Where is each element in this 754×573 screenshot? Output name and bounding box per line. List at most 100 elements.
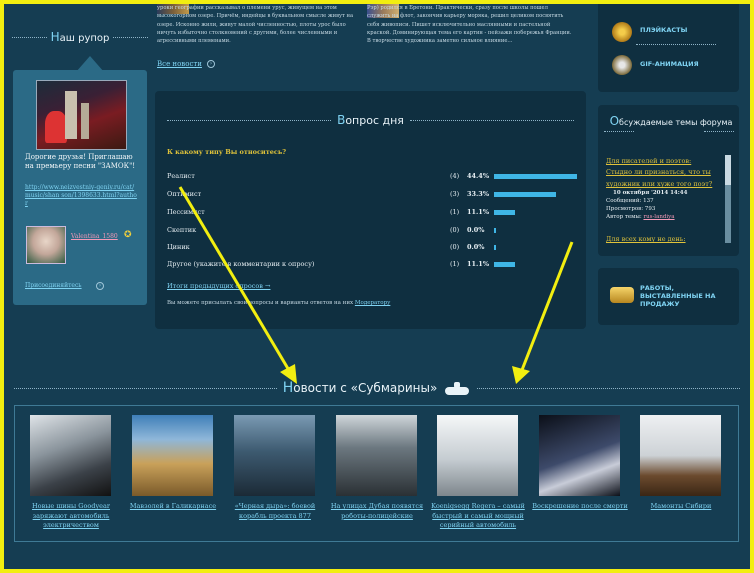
divider xyxy=(477,387,741,389)
star-icon: ✪ xyxy=(124,230,132,240)
moderator-link[interactable]: Модератору xyxy=(355,300,391,306)
rupor-heading-text: аш рупор xyxy=(59,33,110,44)
poll-option-percent: 0.0% xyxy=(467,243,485,251)
poll-option-count: (1) xyxy=(450,260,460,268)
arrow-circle-icon[interactable]: › xyxy=(207,60,215,68)
news-thumbnail[interactable] xyxy=(336,415,417,496)
poll-heading-text: опрос дня xyxy=(345,114,404,127)
poll-bar xyxy=(494,228,496,233)
divider xyxy=(604,131,634,132)
news-thumbnail[interactable] xyxy=(234,415,315,496)
avatar[interactable] xyxy=(26,226,66,264)
all-news-link[interactable]: Все новости xyxy=(157,60,202,68)
divider xyxy=(113,36,149,38)
poll-option[interactable]: Оптимист (3) 33.3% xyxy=(167,190,577,200)
submarine-tower xyxy=(454,382,461,388)
news-thumbnail[interactable] xyxy=(640,415,721,496)
news-caption-link[interactable]: «Черная дыра»: боевой корабль проекта 87… xyxy=(222,502,328,521)
poll-option[interactable]: Другое (укажите в комментарии к опросу) … xyxy=(167,260,577,270)
poll-option-percent: 11.1% xyxy=(467,208,490,216)
submarine-hull xyxy=(445,387,470,395)
poll-option[interactable]: Циник (0) 0.0% xyxy=(167,243,577,253)
forum-date: 10 октября '2014 14:44 xyxy=(613,190,688,196)
works-for-sale-link[interactable]: РАБОТЫ, ВЫСТАВЛЕННЫЕ НА ПРОДАЖУ xyxy=(640,284,720,308)
news-caption-link[interactable]: Мавзолей в Галикарнасе xyxy=(120,502,226,512)
news-caption-link[interactable]: Мамонты Сибири xyxy=(628,502,734,512)
playcasts-link[interactable]: ПЛЭЙКАСТЫ xyxy=(640,26,687,34)
poll-option[interactable]: Пессимист (1) 11.1% xyxy=(167,208,577,218)
scrollbar-thumb[interactable] xyxy=(725,155,731,185)
arrow-circle-icon[interactable]: › xyxy=(96,282,104,290)
poll-panel: Вопрос дня К какому типу Вы относитесь? … xyxy=(155,91,586,329)
poll-option-count: (1) xyxy=(450,208,460,216)
forum-heading-text: бсуждаемые темы форума xyxy=(619,118,733,127)
poll-option-count: (3) xyxy=(450,190,460,198)
forum-views: Просмотров: 793 xyxy=(606,206,656,212)
news-thumbnail[interactable] xyxy=(539,415,620,496)
poll-bar xyxy=(494,210,515,215)
poll-option[interactable]: Реалист (4) 44.4% xyxy=(167,172,577,182)
forum-topic-link[interactable]: Стыдно ли признаться, что ты художник ил… xyxy=(606,166,722,190)
join-link[interactable]: Присоединяйтесь xyxy=(25,282,82,289)
music-note-icon[interactable] xyxy=(612,22,632,42)
poll-note: Вы можете присылать свои вопросы и вариа… xyxy=(167,300,390,306)
poll-option-percent: 44.4% xyxy=(467,172,490,180)
divider xyxy=(704,131,734,132)
poll-option-label: Другое (укажите в комментарии к опросу) xyxy=(167,260,315,268)
news-snippet-text: уроки географии рассказывал о племени ур… xyxy=(157,5,354,45)
news-thumbnail[interactable] xyxy=(30,415,111,496)
poll-option-percent: 0.0% xyxy=(467,226,485,234)
submarine-heading-initial: Н xyxy=(282,380,294,396)
poll-option-count: (0) xyxy=(450,226,460,234)
singer-figure xyxy=(45,111,67,143)
poll-bar xyxy=(494,245,496,250)
coins-icon[interactable] xyxy=(610,287,634,303)
divider xyxy=(14,387,277,389)
news-thumbnail[interactable] xyxy=(132,415,213,496)
rupor-heading: Наш рупор xyxy=(12,30,149,44)
forum-heading-initial: О xyxy=(609,114,620,128)
forum-author-row: Автор темы: rus-landiya xyxy=(606,213,675,221)
poll-option-label: Пессимист xyxy=(167,208,205,216)
news-caption-link[interactable]: Koenigsegg Regera – самый быстрый и самы… xyxy=(425,502,531,531)
gif-icon[interactable] xyxy=(612,55,632,75)
poll-heading: Вопрос дня xyxy=(167,113,575,127)
poll-option-count: (4) xyxy=(450,172,460,180)
poll-bar xyxy=(494,262,515,267)
submarine-heading-text: овости с «Субмарины» xyxy=(293,381,438,395)
forum-author-label: Автор темы: xyxy=(606,214,642,220)
submarine-news-heading: Новости с «Субмарины» xyxy=(14,380,741,396)
gif-animation-link[interactable]: GIF-АНИМАЦИЯ xyxy=(640,60,699,68)
previous-polls-link[interactable]: Итоги предыдущих опросов → xyxy=(167,282,270,290)
divider xyxy=(167,119,332,121)
author-link[interactable]: Valentina_1580 xyxy=(71,233,118,240)
castle-song-image[interactable] xyxy=(36,80,127,150)
castle-tower xyxy=(65,91,77,139)
poll-option-label: Реалист xyxy=(167,172,195,180)
forum-scrollbar[interactable] xyxy=(725,155,731,243)
submarine-icon xyxy=(443,381,471,395)
forum-author-link[interactable]: rus-landiya xyxy=(643,214,674,220)
poll-question: К какому типу Вы относитесь? xyxy=(167,148,287,156)
poll-option-label: Оптимист xyxy=(167,190,202,198)
divider xyxy=(636,44,716,45)
poll-option-percent: 11.1% xyxy=(467,260,490,268)
forum-topic-link[interactable]: Для всех кому не день: xyxy=(606,233,722,245)
news-caption-link[interactable]: Воскрешение после смерти xyxy=(527,502,633,512)
media-links-panel xyxy=(598,0,739,92)
castle-tower xyxy=(81,103,89,139)
poll-option[interactable]: Скептик (0) 0.0% xyxy=(167,226,577,236)
news-caption-link[interactable]: На улицах Дубая появятся роботы-полицейс… xyxy=(324,502,430,521)
divider xyxy=(12,36,47,38)
forum-messages: Сообщений: 137 xyxy=(606,198,654,204)
news-thumbnail[interactable] xyxy=(437,415,518,496)
news-caption-link[interactable]: Новые шины Goodyear заряжают автомобиль … xyxy=(18,502,124,531)
poll-note-text: Вы можете присылать свои вопросы и вариа… xyxy=(167,300,354,306)
poll-option-percent: 33.3% xyxy=(467,190,490,198)
song-link[interactable]: http://www.neizvestniy-geniy.ru/cat/musi… xyxy=(25,184,139,208)
forum-heading: Обсуждаемые темы форума xyxy=(604,114,738,128)
poll-option-label: Циник xyxy=(167,243,190,251)
greeting-text: Дорогие друзья! Приглашаю на премьеру пе… xyxy=(25,153,136,170)
poll-bar xyxy=(494,174,577,179)
poll-option-label: Скептик xyxy=(167,226,197,234)
